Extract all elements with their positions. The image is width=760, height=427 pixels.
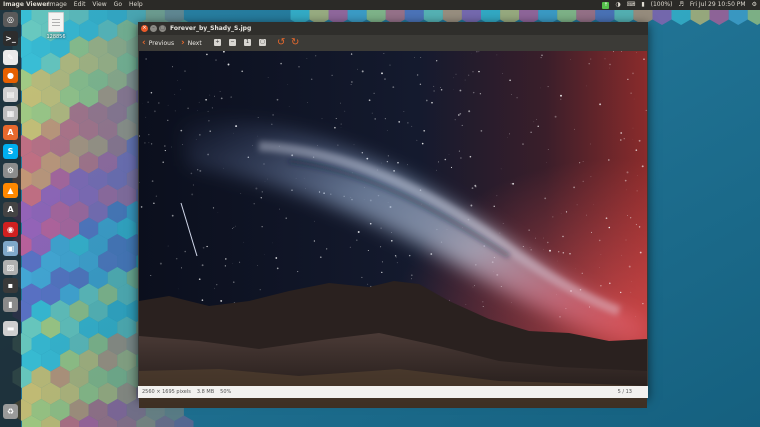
active-app-name: Image Viewer	[3, 1, 50, 8]
clock[interactable]: Fri Jul 29 10:50 PM	[690, 0, 746, 10]
menu-image[interactable]: Image	[48, 0, 67, 10]
settings-icon[interactable]: ⚙	[3, 163, 18, 178]
zoom-fit-icon[interactable]: ▢	[259, 39, 266, 46]
maximize-window-button[interactable]: □	[159, 25, 166, 32]
workspace-icon[interactable]: ▪	[3, 278, 18, 293]
night-sky-photo	[139, 51, 647, 408]
file-manager-icon[interactable]: ▦	[3, 106, 18, 121]
image-file-size: 3.8 MB	[196, 389, 215, 395]
desktop-file-label: 128856	[46, 34, 66, 40]
updater-icon[interactable]: A	[3, 202, 18, 217]
wifi-icon[interactable]: ◑	[615, 0, 620, 10]
rotate-right-icon[interactable]: ↻	[291, 37, 299, 49]
photos-icon[interactable]: ▨	[3, 260, 18, 275]
window-titlebar[interactable]: × – □ Forever_by_Shady_S.jpg	[138, 22, 648, 35]
software-center-icon[interactable]: A	[3, 125, 18, 140]
keyboard-icon[interactable]: ⌨	[627, 0, 636, 10]
zoom-in-icon[interactable]: +	[214, 39, 221, 46]
zoom-normal-icon[interactable]: 1	[244, 39, 251, 46]
next-label: Next	[187, 39, 202, 47]
volume-icon[interactable]: ♬	[678, 0, 683, 10]
global-menu: Image Edit View Go Help	[48, 0, 143, 10]
menu-edit[interactable]: Edit	[74, 0, 86, 10]
close-window-button[interactable]: ×	[141, 25, 148, 32]
launcher: ◎ >_ ✎ ● ▤ ▦ A S ⚙ ▲ A ◉ ▣ ▨ ▪ ▮ ▬ ♻	[0, 10, 21, 427]
status-bar: 2560 × 1695 pixels 3.8 MB 50% 5 / 13	[138, 386, 648, 398]
menu-view[interactable]: View	[92, 0, 106, 10]
next-button[interactable]: › Next	[181, 35, 202, 51]
minimize-window-button[interactable]: –	[150, 25, 157, 32]
previous-button[interactable]: ‹ Previous	[142, 35, 174, 51]
terminal-icon[interactable]: >_	[3, 31, 18, 46]
dash-home-icon[interactable]: ◎	[3, 12, 18, 27]
zoom-level: 50%	[220, 389, 232, 395]
indicator-area: ↑ ◑ ⌨ ▮ (100%) ♬ Fri Jul 29 10:50 PM ⚙	[602, 0, 757, 10]
chevron-left-icon: ‹	[142, 38, 146, 48]
update-notifier-icon[interactable]: ↑	[602, 2, 610, 9]
files-icon[interactable]: ▤	[3, 87, 18, 102]
text-editor-icon[interactable]: ✎	[3, 50, 18, 65]
app-icon[interactable]: ◉	[3, 222, 18, 237]
firefox-icon[interactable]: ●	[3, 68, 18, 83]
image-dimensions: 2560 × 1695 pixels	[142, 389, 191, 395]
image-canvas[interactable]	[139, 51, 647, 408]
system-gear-icon[interactable]: ⚙	[752, 0, 757, 10]
trash-icon[interactable]: ♻	[3, 404, 18, 419]
battery-icon[interactable]: ▮	[641, 0, 644, 10]
viewer-toolbar: ‹ Previous › Next + − 1 ▢ ↺ ↻	[138, 35, 648, 51]
chevron-right-icon: ›	[181, 38, 185, 48]
skype-icon[interactable]: S	[3, 144, 18, 159]
menu-go[interactable]: Go	[114, 0, 122, 10]
zoom-out-icon[interactable]: −	[229, 39, 236, 46]
desktop-file[interactable]: 128856	[44, 12, 68, 40]
image-viewer-window: × – □ Forever_by_Shady_S.jpg ‹ Previous …	[138, 22, 648, 408]
drive-icon[interactable]: ▬	[3, 321, 18, 336]
usb-drive-icon[interactable]: ▮	[3, 297, 18, 312]
top-panel: Image Viewer Image Edit View Go Help ↑ ◑…	[0, 0, 760, 10]
image-position: 5 / 13	[617, 389, 632, 395]
menu-help[interactable]: Help	[129, 0, 143, 10]
window-title: Forever_by_Shady_S.jpg	[170, 25, 252, 32]
rotate-left-icon[interactable]: ↺	[277, 37, 285, 49]
document-icon	[48, 12, 64, 32]
image-viewer-icon[interactable]: ▣	[3, 241, 18, 256]
battery-percentage[interactable]: (100%)	[651, 0, 673, 10]
vlc-icon[interactable]: ▲	[3, 183, 18, 198]
previous-label: Previous	[148, 39, 175, 47]
